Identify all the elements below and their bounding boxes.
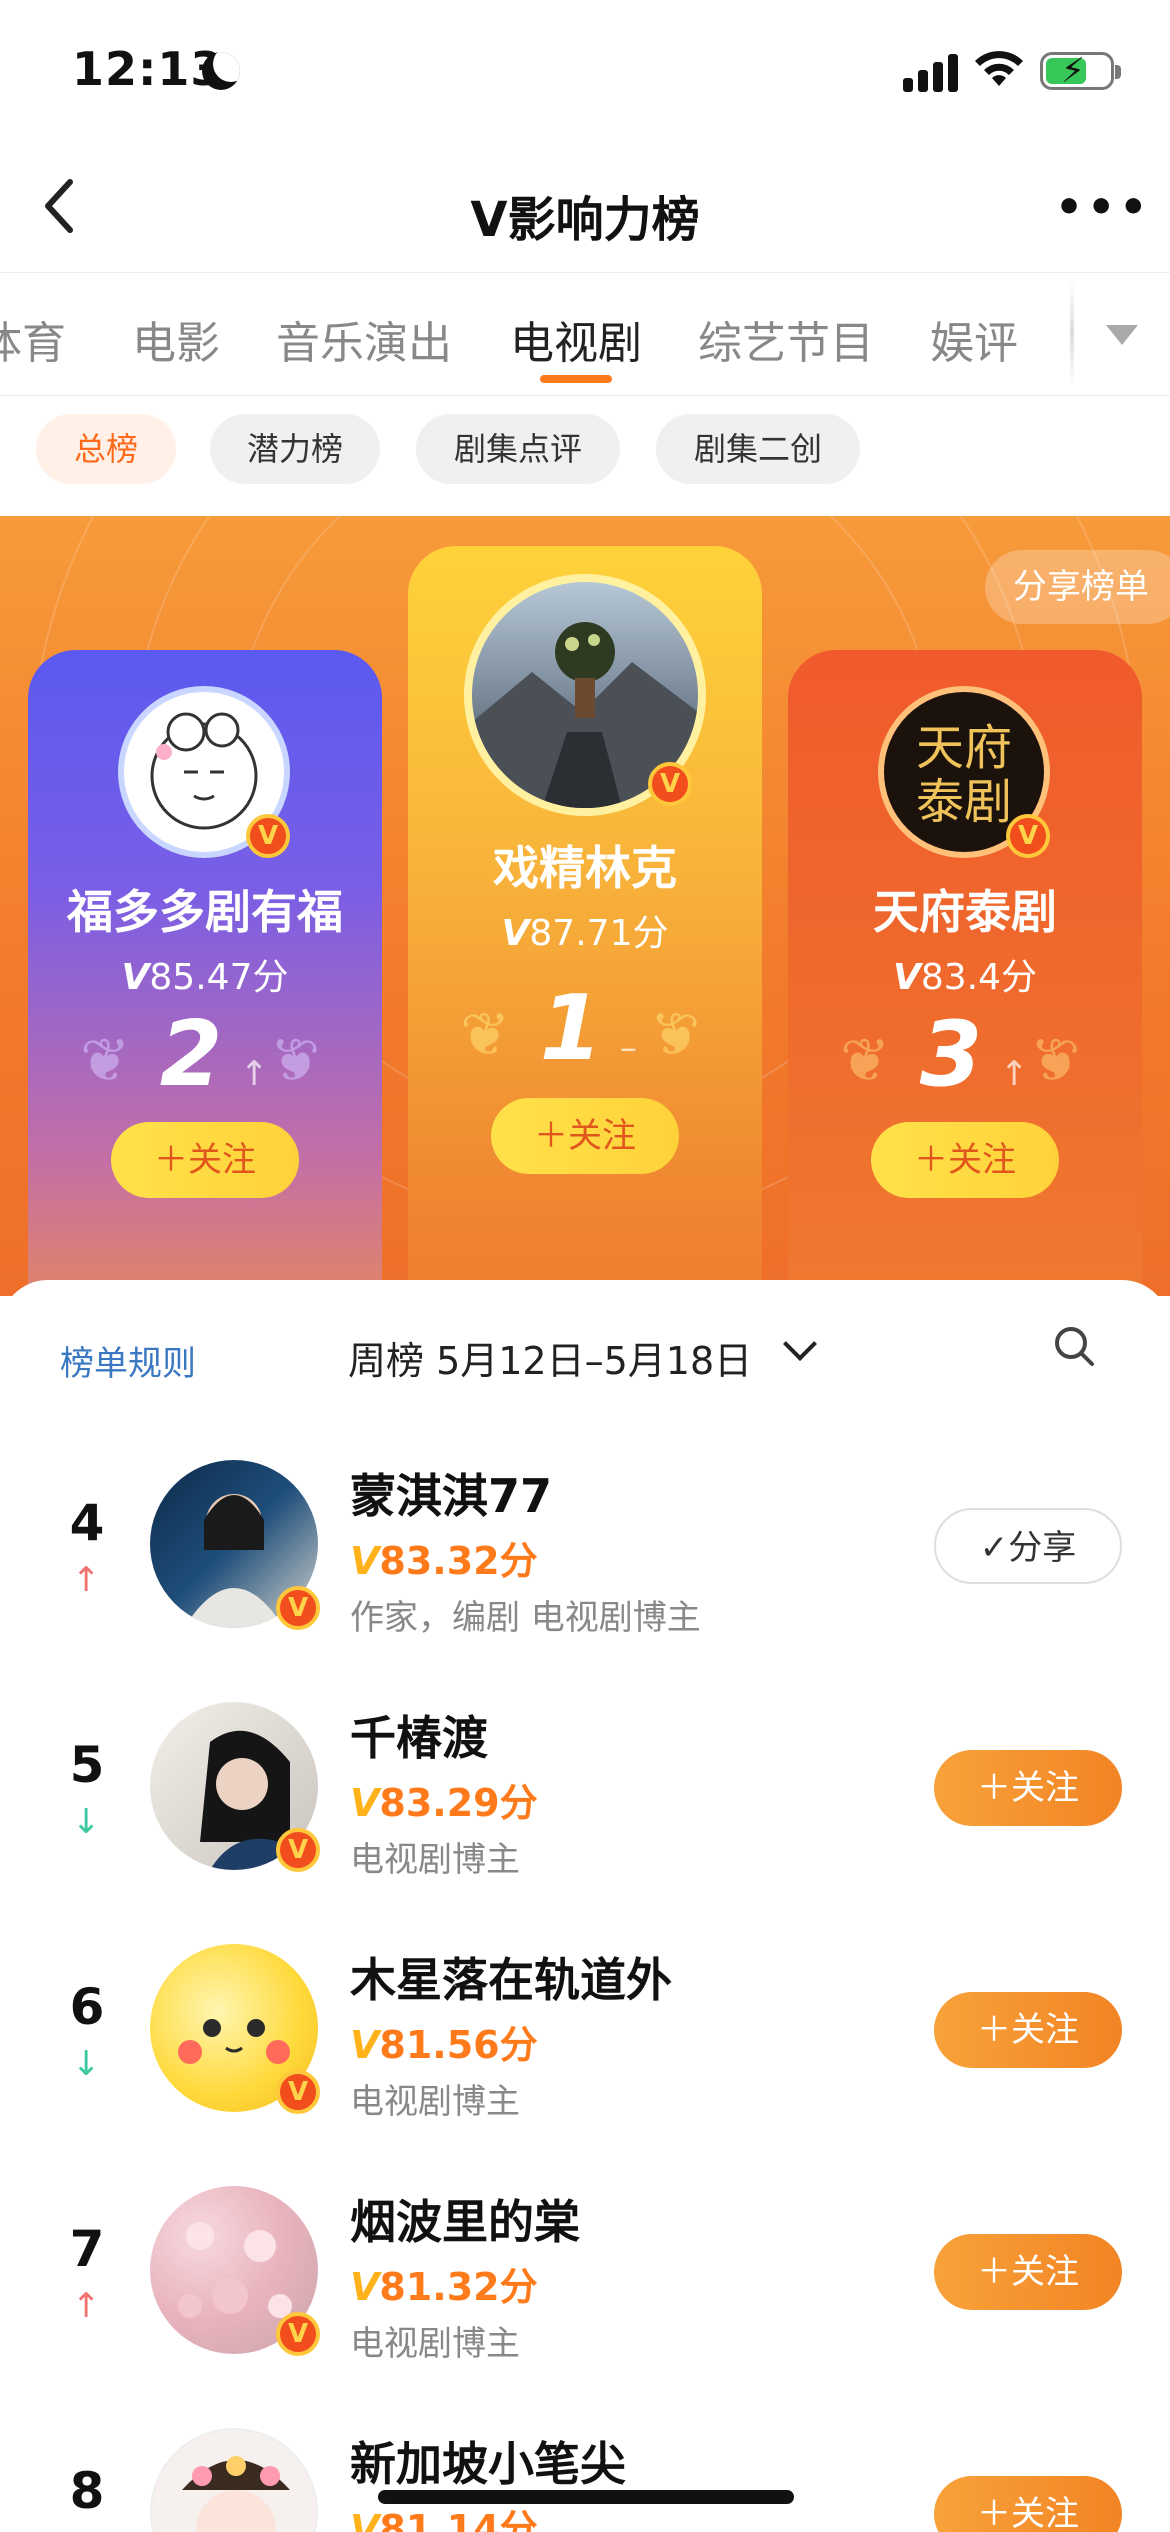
svg-text:天府: 天府 bbox=[916, 722, 1012, 775]
ranking-rules-link[interactable]: 榜单规则 bbox=[60, 1336, 196, 1385]
tab-music-shows[interactable]: 音乐演出 bbox=[276, 307, 452, 371]
cellular-signal-icon bbox=[903, 52, 963, 92]
follow-button[interactable]: ＋关注 bbox=[934, 1750, 1122, 1826]
podium-name: 福多多剧有福 bbox=[67, 885, 343, 939]
tab-variety-shows[interactable]: 综艺节目 bbox=[698, 307, 874, 371]
podium-name: 天府泰剧 bbox=[873, 885, 1057, 939]
trend-up-icon: ↑ bbox=[72, 2286, 101, 2326]
user-name[interactable]: 千椿渡 bbox=[350, 1702, 488, 1768]
avatar bbox=[150, 2428, 318, 2532]
podium-score: V85.47分 bbox=[121, 957, 289, 998]
influence-score: V83.29分 bbox=[350, 1781, 538, 1825]
more-options-icon[interactable]: ••• bbox=[1055, 182, 1147, 233]
trend-arrow: ↑ bbox=[1000, 1054, 1029, 1094]
user-name[interactable]: 新加坡小笔尖 bbox=[350, 2428, 626, 2494]
verified-v-badge-icon: V bbox=[648, 762, 692, 806]
share-button[interactable]: ✓分享 bbox=[934, 1508, 1122, 1584]
verified-v-badge-icon: V bbox=[276, 2312, 320, 2356]
chip-series-fan-creations[interactable]: 剧集二创 bbox=[656, 414, 860, 484]
podium-name: 戏精林克 bbox=[493, 841, 677, 895]
trend-up-icon: ↑ bbox=[72, 1560, 101, 1600]
chip-series-reviews[interactable]: 剧集点评 bbox=[416, 414, 620, 484]
user-name[interactable]: 木星落在轨道外 bbox=[350, 1944, 672, 2010]
tab-sports[interactable]: 体育 bbox=[0, 307, 66, 371]
list-item[interactable]: 7 ↑ V 烟波里的棠 V81.32分 电视剧博主 ＋关注 bbox=[0, 2136, 1170, 2378]
follow-button[interactable]: ＋关注 bbox=[871, 1122, 1059, 1198]
moon-icon bbox=[202, 52, 240, 90]
user-description: 电视剧博主 bbox=[350, 2082, 520, 2122]
home-indicator[interactable] bbox=[378, 2490, 794, 2504]
expand-tabs-icon[interactable] bbox=[1106, 325, 1138, 345]
trend-flat: – bbox=[620, 1028, 637, 1068]
share-ranking-button[interactable]: 分享榜单 bbox=[985, 550, 1170, 624]
rank-number: 4 bbox=[69, 1494, 105, 1552]
battery-icon: ⚡ bbox=[1040, 51, 1121, 91]
user-name[interactable]: 烟波里的棠 bbox=[350, 2186, 580, 2252]
search-icon[interactable] bbox=[1052, 1324, 1096, 1368]
user-description: 作家，编剧 电视剧博主 bbox=[350, 1598, 701, 1638]
status-bar: 12:13 ⚡ bbox=[0, 0, 1170, 150]
podium-rank-number: 1 bbox=[539, 976, 603, 1081]
rank-number: 5 bbox=[69, 1736, 105, 1794]
influence-score: V83.32分 bbox=[350, 1539, 538, 1583]
podium-rank-number: 2 bbox=[159, 1002, 223, 1107]
podium-card-rank-3[interactable]: 天府 泰剧 V 天府泰剧 V83.4分 ❦ ❦ 3 ↑ ＋关注 bbox=[788, 650, 1142, 1296]
podium-rank-number: 3 bbox=[919, 1002, 983, 1107]
influence-score: V81.32分 bbox=[350, 2265, 538, 2309]
user-description: 电视剧博主 bbox=[350, 1840, 520, 1880]
ranking-list-panel: 榜单规则 周榜 5月12日–5月18日 4 ↑ V 蒙淇淇77 V83.32分 … bbox=[0, 1280, 1170, 2532]
podium-card-rank-1[interactable]: V 戏精林克 V87.71分 ❦ ❦ 1 – ＋关注 bbox=[408, 546, 762, 1296]
chip-overall[interactable]: 总榜 bbox=[36, 414, 176, 484]
page-title: V影响力榜 bbox=[470, 192, 700, 248]
podium-score: V83.4分 bbox=[892, 957, 1038, 998]
wifi-icon bbox=[975, 51, 1023, 86]
tab-movies[interactable]: 电影 bbox=[132, 307, 220, 371]
period-selector[interactable]: 周榜 5月12日–5月18日 bbox=[348, 1330, 752, 1385]
follow-button[interactable]: ＋关注 bbox=[934, 2234, 1122, 2310]
verified-v-badge-icon: V bbox=[276, 1586, 320, 1630]
list-item[interactable]: 8 新加坡小笔尖 V81.14分 ＋关注 bbox=[0, 2378, 1170, 2532]
verified-v-badge-icon: V bbox=[276, 1828, 320, 1872]
follow-button[interactable]: ＋关注 bbox=[934, 1992, 1122, 2068]
podium-score: V87.71分 bbox=[501, 913, 669, 954]
follow-button[interactable]: ＋关注 bbox=[111, 1122, 299, 1198]
influence-score: V81.56分 bbox=[350, 2023, 538, 2067]
category-tabs: 体育 电影 音乐演出 电视剧 综艺节目 娱评 bbox=[0, 272, 1170, 396]
chip-potential[interactable]: 潜力榜 bbox=[210, 414, 380, 484]
list-item[interactable]: 4 ↑ V 蒙淇淇77 V83.32分 作家，编剧 电视剧博主 ✓分享 bbox=[0, 1410, 1170, 1652]
rank-number: 6 bbox=[69, 1978, 105, 2036]
follow-button[interactable]: ＋关注 bbox=[491, 1098, 679, 1174]
tab-entertainment-reviews[interactable]: 娱评 bbox=[930, 307, 1018, 371]
verified-v-badge-icon: V bbox=[1006, 814, 1050, 858]
follow-button[interactable]: ＋关注 bbox=[934, 2476, 1122, 2532]
svg-text:泰剧: 泰剧 bbox=[916, 776, 1012, 829]
verified-v-badge-icon: V bbox=[246, 814, 290, 858]
verified-v-badge-icon: V bbox=[276, 2070, 320, 2114]
top3-podium: 分享榜单 V 福多多剧有福 V85.47分 ❦ ❦ 2 ↑ ＋关注 V 戏精林克… bbox=[0, 516, 1170, 1296]
podium-card-rank-2[interactable]: V 福多多剧有福 V85.47分 ❦ ❦ 2 ↑ ＋关注 bbox=[28, 650, 382, 1296]
trend-down-icon: ↓ bbox=[72, 2044, 101, 2084]
status-time: 12:13 bbox=[72, 42, 224, 96]
tab-divider bbox=[1070, 281, 1074, 385]
sub-filter-chips: 总榜 潜力榜 剧集点评 剧集二创 bbox=[0, 398, 1170, 516]
rank-number: 8 bbox=[69, 2462, 105, 2520]
chevron-down-icon[interactable] bbox=[783, 1327, 817, 1361]
list-item[interactable]: 6 ↓ V 木星落在轨道外 V81.56分 电视剧博主 ＋关注 bbox=[0, 1894, 1170, 2136]
user-name[interactable]: 蒙淇淇77 bbox=[350, 1460, 552, 1526]
trend-down-icon: ↓ bbox=[72, 1802, 101, 1842]
active-tab-indicator bbox=[540, 375, 612, 383]
rank-number: 7 bbox=[69, 2220, 105, 2278]
tab-tv-series[interactable]: 电视剧 bbox=[510, 307, 642, 371]
user-description: 电视剧博主 bbox=[350, 2324, 520, 2364]
trend-arrow: ↑ bbox=[240, 1054, 269, 1094]
list-item[interactable]: 5 ↓ V 千椿渡 V83.29分 电视剧博主 ＋关注 bbox=[0, 1652, 1170, 1894]
nav-bar: V影响力榜 ••• bbox=[0, 150, 1170, 270]
